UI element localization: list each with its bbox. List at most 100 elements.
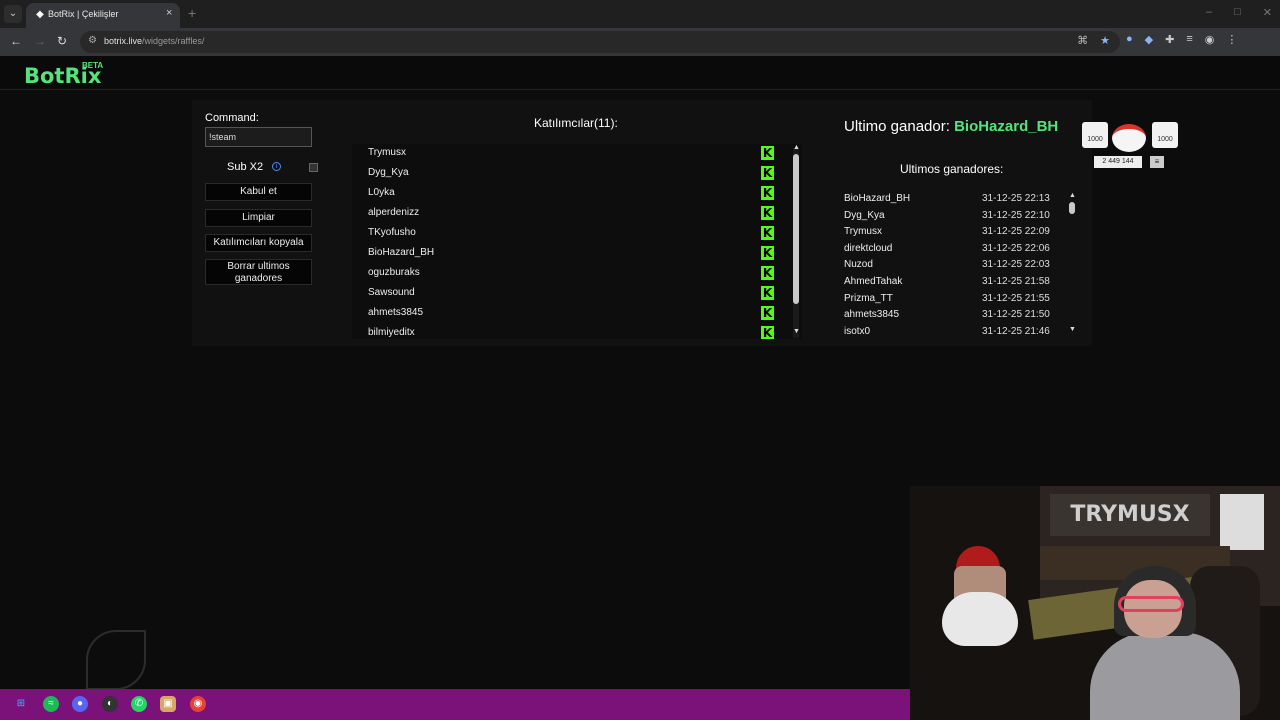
botrix-favicon-icon: ◆ xyxy=(36,9,44,20)
winner-name: BioHazard_BH xyxy=(844,193,911,204)
scroll-up-icon[interactable]: ▲ xyxy=(793,144,800,151)
info-icon[interactable]: i xyxy=(272,162,281,171)
participant-row: oguzburaks K xyxy=(368,264,788,284)
last-winner-name: BioHazard_BH xyxy=(954,118,1059,135)
scrollbar-thumb[interactable] xyxy=(793,154,799,304)
winner-date: 31-12-25 22:13 xyxy=(982,193,1050,204)
participant-name: ahmets3845 xyxy=(368,307,424,318)
beta-badge: BETA xyxy=(82,61,104,70)
window-controls: – □ ✕ xyxy=(1206,6,1272,19)
delete-winners-button[interactable]: Borrar ultimos ganadores xyxy=(205,259,312,285)
winner-date: 31-12-25 21:58 xyxy=(982,276,1050,287)
participant-row: Trymusx K xyxy=(368,144,788,164)
copy-participants-button[interactable]: Katılımcıları kopyala xyxy=(205,234,312,252)
winner-name: Prizma_TT xyxy=(844,292,893,304)
sticker-right-value: 1000 xyxy=(1157,136,1173,143)
extension-icon[interactable]: ◆ xyxy=(1145,33,1153,46)
puzzle-icon[interactable]: ✚ xyxy=(1165,33,1174,46)
spotify-icon[interactable]: ≈ xyxy=(43,696,59,712)
sticker-count: 2 449 144 xyxy=(1094,156,1142,168)
note-icon: ≡ xyxy=(1150,156,1164,168)
address-bar[interactable]: ⚙ botrix.live/widgets/raffles/ ⌘ ★ xyxy=(80,31,1120,53)
windows-start-icon[interactable]: ⊞ xyxy=(13,696,29,712)
webcam-person-woman xyxy=(1090,566,1250,720)
kick-icon: K xyxy=(761,246,774,260)
participant-name: Trymusx xyxy=(368,147,406,158)
recent-winners-title: Ultimos ganadores: xyxy=(900,162,1004,176)
last-winner-label: Ultimo ganador: xyxy=(844,118,950,135)
new-tab-icon[interactable]: + xyxy=(188,5,196,21)
participant-row: alperdenizz K xyxy=(368,204,788,224)
whatsapp-icon[interactable]: ✆ xyxy=(131,696,147,712)
winner-name: Trymusx xyxy=(844,226,882,238)
participant-row: ahmets3845 K xyxy=(368,304,788,324)
sub-x2-label: Sub X2 xyxy=(227,161,264,173)
winner-name: Dyg_Kya xyxy=(844,209,885,221)
participant-name: Dyg_Kya xyxy=(368,167,409,178)
bookmark-star-icon[interactable]: ★ xyxy=(1100,34,1110,47)
santa-beard xyxy=(942,592,1018,646)
webcam-overlay: TRYMUSX xyxy=(910,486,1280,720)
winner-name: isotx0 xyxy=(844,325,871,336)
participant-row: bilmiyeditx K xyxy=(368,324,788,339)
participant-row: TKyofusho K xyxy=(368,224,788,244)
media-icon[interactable]: ≡ xyxy=(1186,33,1192,46)
discord-icon[interactable]: ● xyxy=(72,696,88,712)
app-icon[interactable]: ◐ xyxy=(102,696,118,712)
image-viewer-icon[interactable]: ▣ xyxy=(160,696,176,712)
winner-name: AhmedTahak xyxy=(844,276,903,287)
webcam-poster xyxy=(1220,494,1264,550)
participant-row: BioHazard_BH K xyxy=(368,244,788,264)
winner-row: Trymusx 31-12-25 22:09 xyxy=(844,226,1056,242)
winner-row: isotx0 31-12-25 21:46 xyxy=(844,326,1056,336)
winner-row: AhmedTahak 31-12-25 21:58 xyxy=(844,276,1056,292)
scrollbar-thumb[interactable] xyxy=(1069,202,1075,214)
winners-scrollbar[interactable] xyxy=(1069,196,1075,334)
sticker-box: 1000 xyxy=(1152,122,1178,148)
dragon-logo-icon xyxy=(86,630,146,690)
command-label: Command: xyxy=(205,112,259,124)
tab-search-icon[interactable]: ⌄ xyxy=(4,5,22,23)
participant-name: bilmiyeditx xyxy=(368,327,415,338)
participant-row: Sawsound K xyxy=(368,284,788,304)
command-input[interactable] xyxy=(205,127,312,147)
tab-close-icon[interactable]: × xyxy=(166,7,172,19)
participants-list[interactable]: Trymusx K Dyg_Kya K L0yka Kalperdenizz K TKyofu… xyxy=(352,144,802,339)
reload-icon[interactable]: ↻ xyxy=(57,34,67,48)
last-winner: Ultimo ganador: BioHazard_BH xyxy=(844,118,1058,135)
back-icon[interactable]: ← xyxy=(10,34,22,48)
participants-scrollbar[interactable] xyxy=(793,148,799,338)
url-host: botrix.live xyxy=(104,36,143,46)
site-info-icon[interactable]: ⚙ xyxy=(88,35,97,46)
winner-date: 31-12-25 21:50 xyxy=(982,309,1050,321)
sub-x2-checkbox[interactable] xyxy=(309,163,318,172)
participant-row: L0yka K xyxy=(368,184,788,204)
participant-name: alperdenizz xyxy=(368,207,420,218)
winner-row: BioHazard_BH 31-12-25 22:13 xyxy=(844,193,1056,209)
forward-icon[interactable]: → xyxy=(34,34,46,48)
kick-icon: K xyxy=(761,206,774,220)
webcam-sign: TRYMUSX xyxy=(1050,494,1210,536)
maximize-icon[interactable]: □ xyxy=(1234,6,1241,19)
minimize-icon[interactable]: – xyxy=(1206,6,1212,19)
stream-sticker: 1000 1000 2 449 144 ≡ xyxy=(1082,120,1180,170)
participant-row: Dyg_Kya K xyxy=(368,164,788,184)
profile-icon[interactable]: ◉ xyxy=(1205,33,1215,46)
close-window-icon[interactable]: ✕ xyxy=(1263,6,1272,19)
scroll-up-icon[interactable]: ▲ xyxy=(1069,192,1076,199)
extensions-bar: ● ◆ ✚ ≡ ◉ ⋮ xyxy=(1126,33,1237,46)
extension-icon[interactable]: ● xyxy=(1126,33,1133,46)
kebab-menu-icon[interactable]: ⋮ xyxy=(1226,33,1237,46)
tab-botrix-raffles[interactable]: ◆ BotRix | Çekilişler × xyxy=(26,3,180,28)
scroll-down-icon[interactable]: ▼ xyxy=(793,328,800,335)
chrome-icon[interactable]: ◉ xyxy=(190,696,206,712)
accept-button[interactable]: Kabul et xyxy=(205,183,312,201)
winner-date: 31-12-25 21:55 xyxy=(982,292,1050,304)
winner-date: 31-12-25 21:46 xyxy=(982,325,1050,336)
tab-title: BotRix | Çekilişler xyxy=(48,9,119,19)
winner-date: 31-12-25 22:06 xyxy=(982,242,1050,254)
webcam-person-santa xyxy=(938,546,1028,646)
clear-button[interactable]: Limpiar xyxy=(205,209,312,227)
scroll-down-icon[interactable]: ▼ xyxy=(1069,326,1076,333)
translate-icon[interactable]: ⌘ xyxy=(1077,34,1088,47)
